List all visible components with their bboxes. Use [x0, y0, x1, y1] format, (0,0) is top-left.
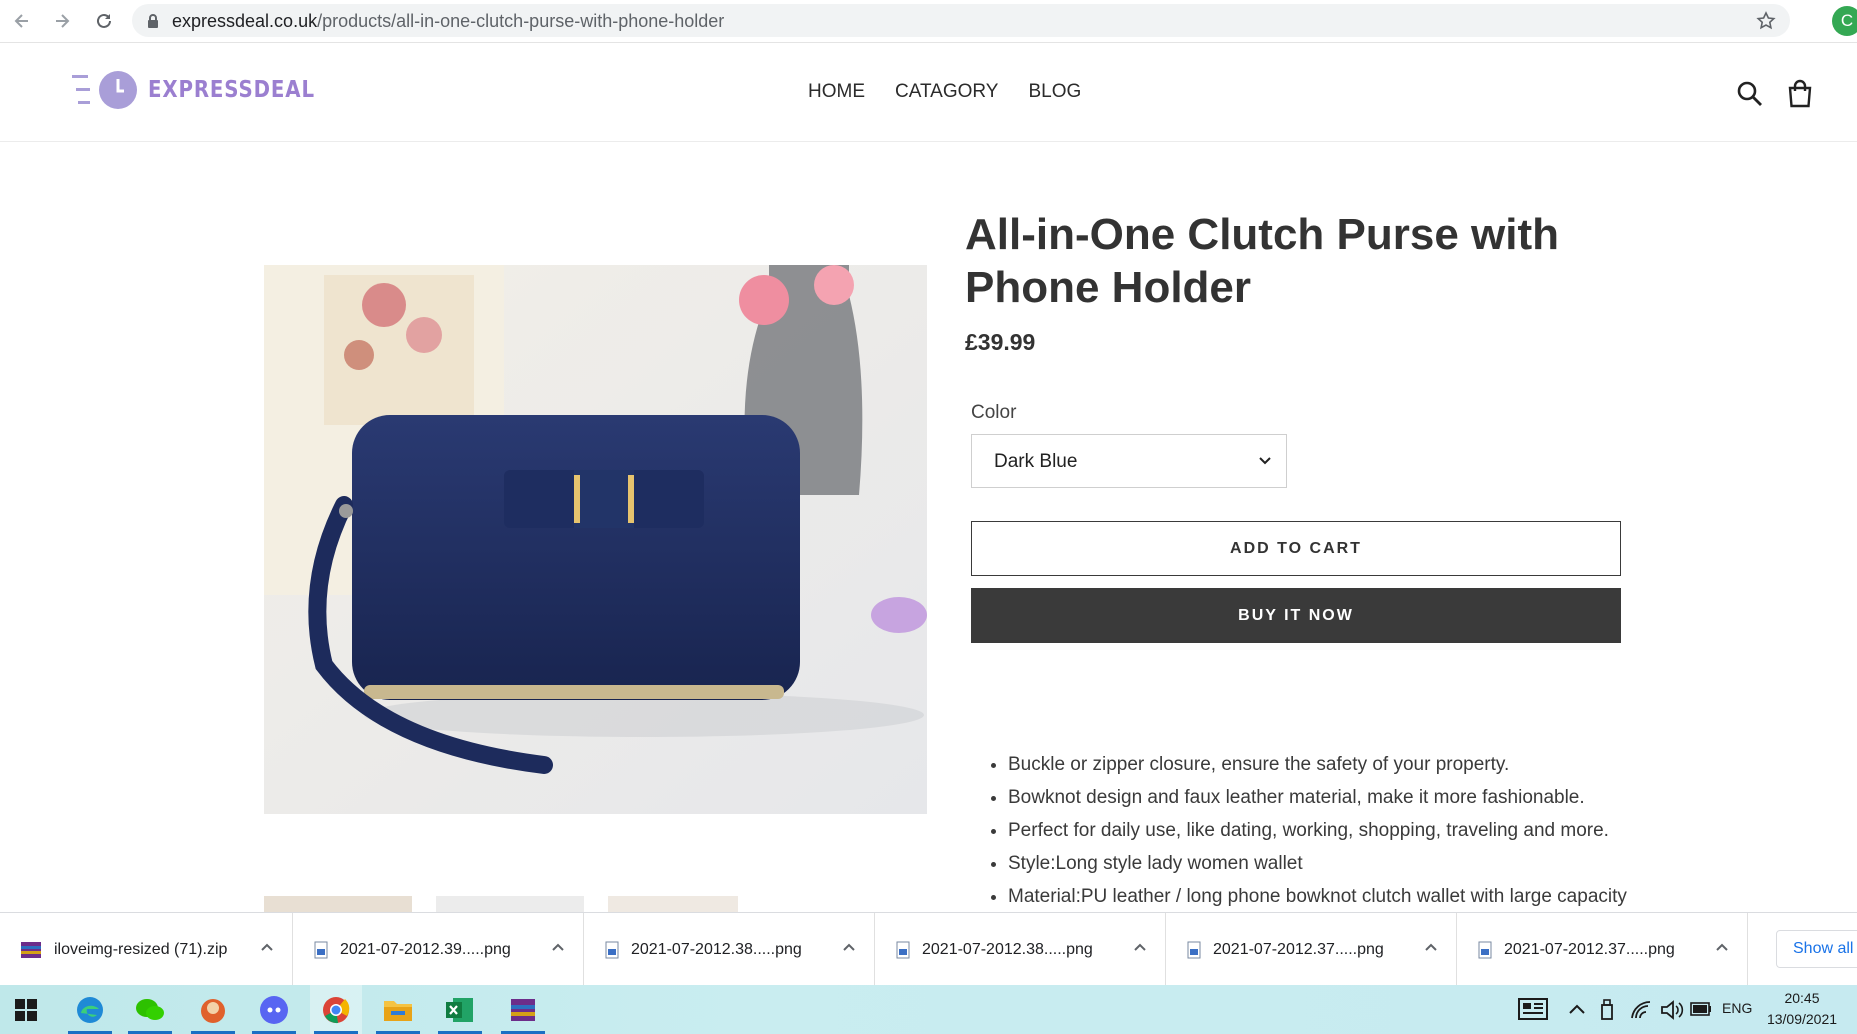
color-select-value: Dark Blue — [994, 451, 1078, 472]
usb-device-icon[interactable] — [1600, 999, 1614, 1021]
wifi-icon[interactable] — [1630, 1000, 1652, 1020]
bookmark-star-icon[interactable] — [1756, 11, 1776, 31]
taskbar-excel[interactable] — [434, 985, 486, 1034]
news-widget-icon[interactable] — [1518, 998, 1548, 1020]
taskbar-chrome[interactable] — [310, 985, 362, 1034]
profile-avatar[interactable]: C — [1832, 6, 1857, 36]
download-filename: 2021-07-2012.38.....png — [631, 940, 802, 958]
show-all-downloads-button[interactable]: Show all — [1776, 930, 1857, 968]
start-button[interactable] — [0, 985, 52, 1034]
volume-icon[interactable] — [1660, 1000, 1684, 1020]
lock-icon — [148, 14, 158, 28]
nav-home[interactable]: HOME — [808, 81, 865, 103]
chevron-down-icon — [1259, 457, 1271, 465]
input-language[interactable]: ENG — [1722, 1000, 1752, 1016]
url-text: expressdeal.co.uk/products/all-in-one-cl… — [172, 11, 725, 31]
taskbar-file-explorer[interactable] — [372, 985, 424, 1034]
chevron-up-icon[interactable] — [1133, 942, 1147, 952]
buy-it-now-button[interactable]: BUY IT NOW — [971, 588, 1621, 643]
taskbar-app-game[interactable] — [187, 985, 239, 1034]
nav-blog[interactable]: BLOG — [1028, 81, 1081, 103]
add-to-cart-button[interactable]: ADD TO CART — [971, 521, 1621, 576]
forward-button[interactable] — [48, 7, 76, 35]
game-app-icon — [201, 998, 225, 1023]
main-nav: HOME CATAGORY BLOG — [808, 81, 1081, 103]
taskbar-winrar[interactable] — [497, 985, 549, 1034]
download-item[interactable]: 2021-07-2012.37.....png — [1456, 913, 1748, 986]
image-file-icon — [1187, 941, 1201, 958]
download-item[interactable]: 2021-07-2012.39.....png — [292, 913, 584, 986]
taskbar-edge[interactable] — [64, 985, 116, 1034]
excel-icon — [446, 997, 473, 1022]
download-item[interactable]: 2021-07-2012.37.....png — [1165, 913, 1457, 986]
chrome-icon — [323, 996, 350, 1023]
logo-text: EXPRESSDEAL — [148, 77, 315, 103]
site-header: EXPRESSDEAL HOME CATAGORY BLOG — [0, 43, 1857, 142]
image-file-icon — [896, 941, 910, 958]
battery-icon[interactable] — [1690, 1002, 1712, 1016]
clock-logo-icon — [72, 71, 137, 109]
chevron-up-icon[interactable] — [1715, 942, 1729, 952]
clock-date: 13/09/2021 — [1766, 1011, 1838, 1027]
archive-file-icon — [21, 941, 41, 958]
wechat-icon — [136, 998, 164, 1020]
download-shelf: iloveimg-resized (71).zip 2021-07-2012.3… — [0, 912, 1857, 986]
chevron-up-icon[interactable] — [1424, 942, 1438, 952]
download-item[interactable]: 2021-07-2012.38.....png — [874, 913, 1166, 986]
winrar-icon — [511, 998, 535, 1021]
reload-button[interactable] — [90, 7, 118, 35]
color-label: Color — [971, 402, 1017, 423]
feature-item: Buckle or zipper closure, ensure the saf… — [1008, 752, 1627, 785]
discord-icon — [260, 995, 288, 1024]
image-file-icon — [314, 941, 328, 958]
taskbar-wechat[interactable] — [124, 985, 176, 1034]
system-clock[interactable]: 20:45 13/09/2021 — [1762, 988, 1842, 1030]
nav-catagory[interactable]: CATAGORY — [895, 81, 998, 103]
download-filename: iloveimg-resized (71).zip — [54, 940, 228, 958]
product-features-list: Buckle or zipper closure, ensure the saf… — [980, 752, 1627, 917]
download-filename: 2021-07-2012.37.....png — [1504, 940, 1675, 958]
download-filename: 2021-07-2012.39.....png — [340, 940, 511, 958]
taskbar-discord[interactable] — [248, 985, 300, 1034]
reload-icon — [97, 13, 111, 28]
feature-item: Perfect for daily use, like dating, work… — [1008, 818, 1627, 851]
feature-item: Bowknot design and faux leather material… — [1008, 785, 1627, 818]
site-logo[interactable]: EXPRESSDEAL — [72, 69, 342, 111]
edge-browser-icon — [77, 996, 103, 1023]
color-select[interactable]: Dark Blue — [971, 434, 1287, 488]
product-price: £39.99 — [965, 329, 1036, 355]
chevron-up-icon[interactable] — [842, 942, 856, 952]
product-main-image[interactable] — [264, 265, 927, 814]
download-filename: 2021-07-2012.37.....png — [1213, 940, 1384, 958]
windows-logo-icon — [15, 998, 37, 1021]
search-icon[interactable] — [1735, 79, 1765, 109]
image-file-icon — [1478, 941, 1492, 958]
browser-toolbar: expressdeal.co.uk/products/all-in-one-cl… — [0, 0, 1857, 43]
product-title: All-in-One Clutch Purse with Phone Holde… — [965, 210, 1560, 312]
chevron-up-icon[interactable] — [260, 942, 274, 952]
clock-time: 20:45 — [1784, 990, 1820, 1006]
back-button[interactable] — [8, 7, 36, 35]
show-hidden-icons-chevron-icon[interactable] — [1568, 1003, 1586, 1015]
address-bar[interactable]: expressdeal.co.uk/products/all-in-one-cl… — [132, 4, 1790, 37]
download-item[interactable]: iloveimg-resized (71).zip — [0, 913, 293, 986]
clutch-purse-photo — [264, 265, 927, 814]
feature-item: Style:Long style lady women wallet — [1008, 851, 1627, 884]
forward-arrow-icon — [56, 14, 70, 28]
windows-taskbar: ENG 20:45 13/09/2021 — [0, 985, 1857, 1034]
download-item[interactable]: 2021-07-2012.38.....png — [583, 913, 875, 986]
download-filename: 2021-07-2012.38.....png — [922, 940, 1093, 958]
chevron-up-icon[interactable] — [551, 942, 565, 952]
back-arrow-icon — [14, 14, 28, 28]
cart-bag-icon[interactable] — [1785, 79, 1815, 109]
image-file-icon — [605, 941, 619, 958]
folder-icon — [384, 1000, 412, 1021]
